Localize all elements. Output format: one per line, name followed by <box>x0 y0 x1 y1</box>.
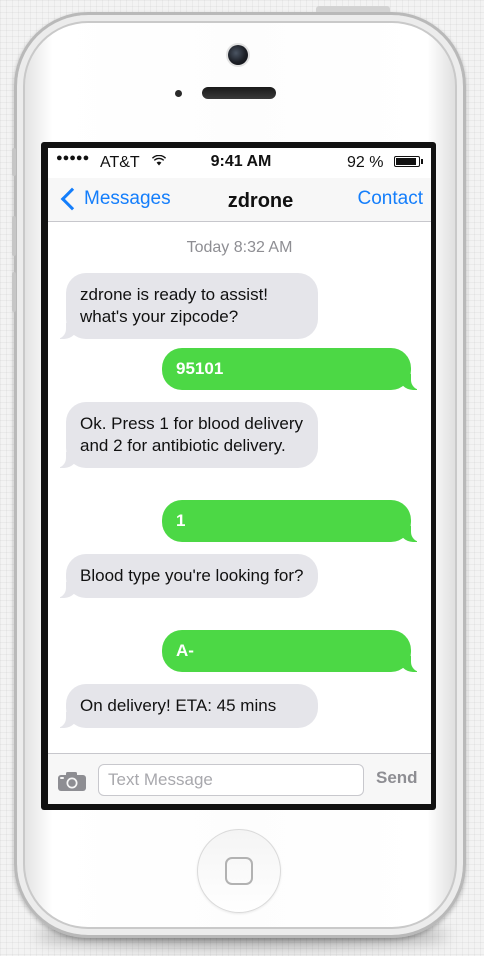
power-button <box>316 6 390 12</box>
message-outgoing: 95101 <box>162 348 423 390</box>
message-incoming: zdrone is ready to assist! what's your z… <box>54 273 318 339</box>
bubble-tail <box>54 321 78 339</box>
back-button[interactable]: Messages <box>58 187 171 211</box>
thread-timestamp: Today 8:32 AM <box>186 239 293 256</box>
message-text: 1 <box>176 511 186 530</box>
message-text: A- <box>176 641 194 660</box>
bubble-tail <box>399 654 423 672</box>
message-text: Ok. Press 1 for blood delivery and 2 for… <box>80 414 303 455</box>
message-input[interactable] <box>98 764 364 796</box>
bubble-tail <box>399 372 423 390</box>
message-outgoing: A- <box>162 630 423 672</box>
message-incoming: Blood type you're looking for? <box>54 554 318 598</box>
messages-screen: ●●●●● AT&T 9:41 AM 92 % Messages zdrone … <box>48 148 431 804</box>
message-incoming: On delivery! ETA: 45 mins <box>54 684 318 728</box>
message-text: Blood type you're looking for? <box>80 566 304 585</box>
signal-strength-icon: ●●●●● <box>56 152 90 164</box>
mute-switch <box>12 148 16 176</box>
conversation-title: zdrone <box>227 190 294 212</box>
bubble-tail <box>54 580 78 598</box>
proximity-sensor <box>175 90 182 97</box>
send-button[interactable]: Send <box>376 768 418 788</box>
back-button-label: Messages <box>84 188 171 209</box>
message-text: 95101 <box>176 359 224 378</box>
chevron-left-icon <box>60 187 84 211</box>
home-button[interactable] <box>197 829 281 913</box>
message-composer: Send <box>48 753 431 804</box>
camera-icon[interactable] <box>57 771 87 791</box>
status-bar: ●●●●● AT&T 9:41 AM 92 % <box>48 148 431 178</box>
bubble-tail <box>54 710 78 728</box>
earpiece-speaker <box>202 87 276 99</box>
message-outgoing: 1 <box>162 500 423 542</box>
wifi-icon <box>151 154 167 169</box>
message-incoming: Ok. Press 1 for blood delivery and 2 for… <box>54 402 318 468</box>
battery-percentage: 92 % <box>347 154 384 171</box>
message-text: On delivery! ETA: 45 mins <box>80 696 277 715</box>
home-square-icon <box>225 857 253 885</box>
battery-terminal <box>421 159 423 164</box>
contact-button[interactable]: Contact <box>358 188 423 210</box>
battery-level-fill <box>396 158 416 165</box>
battery-icon <box>394 156 420 167</box>
bubble-tail <box>54 450 78 468</box>
bubble-tail <box>399 524 423 542</box>
carrier-name: AT&T <box>100 154 140 171</box>
front-camera <box>228 45 248 65</box>
message-text: zdrone is ready to assist! what's your z… <box>80 285 269 326</box>
volume-up-button <box>12 216 16 256</box>
status-time: 9:41 AM <box>210 153 272 170</box>
navigation-bar: Messages zdrone Contact <box>48 178 431 222</box>
volume-down-button <box>12 272 16 312</box>
